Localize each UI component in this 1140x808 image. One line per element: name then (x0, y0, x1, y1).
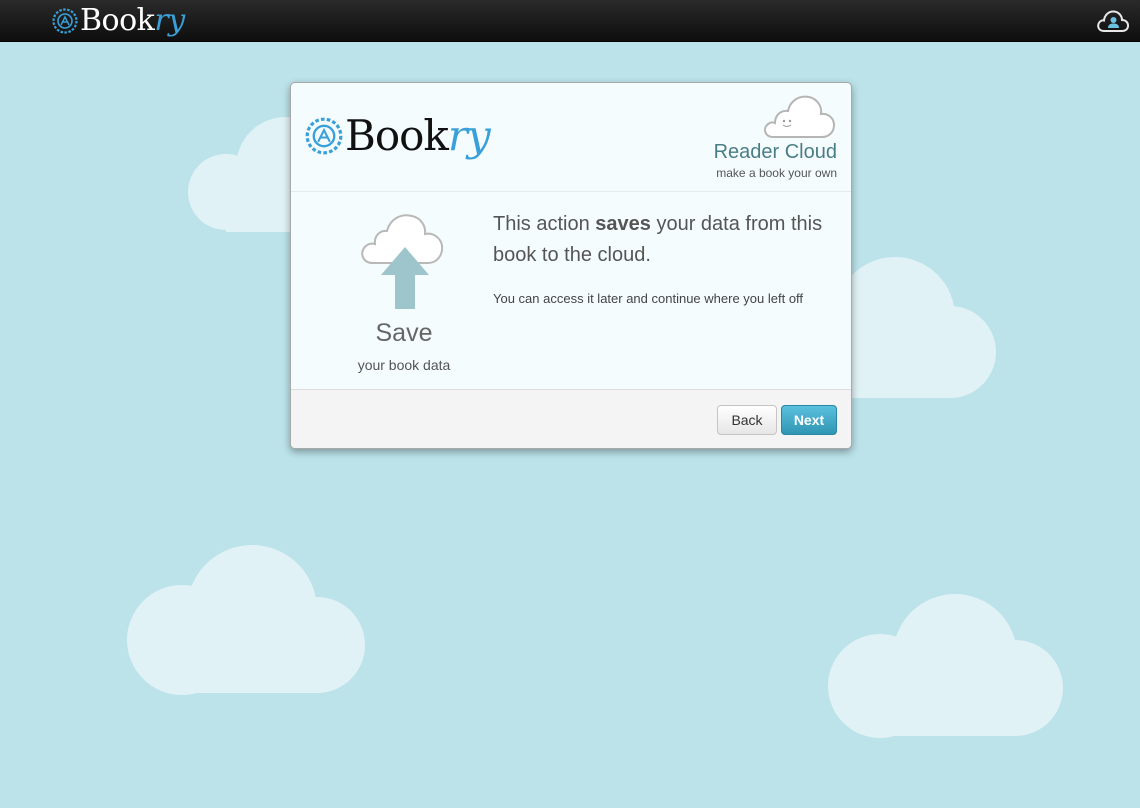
reader-cloud-title: Reader Cloud (713, 141, 837, 163)
action-detail: You can access it later and continue whe… (493, 291, 804, 306)
save-action-subtitle: your book data (357, 357, 451, 373)
brand-accent-text: ry (154, 3, 185, 38)
save-dialog: Bookry Reader Cloud make a book your own… (290, 82, 852, 449)
reader-cloud-subtitle: make a book your own (716, 166, 837, 180)
action-description-bold: saves (595, 213, 651, 235)
cloud-upload-icon (361, 214, 444, 309)
save-action-title: Save (375, 319, 433, 347)
dialog-header: Bookry Reader Cloud make a book your own (291, 83, 851, 192)
cloud-user-icon[interactable] (1096, 7, 1130, 35)
top-navigation-bar: Bookry (0, 0, 1140, 42)
background-cloud (122, 540, 372, 720)
smiling-cloud-icon (764, 95, 836, 138)
dialog-logo: Bookry (305, 111, 491, 160)
background-cloud (820, 586, 1070, 746)
dialog-logo-accent-text: ry (447, 111, 491, 160)
action-description: This action saves your data from this bo… (493, 209, 823, 271)
bookry-emblem-icon (305, 117, 343, 154)
reader-cloud-badge: Reader Cloud make a book your own (677, 91, 837, 191)
brand-main-text: Book (80, 3, 155, 38)
back-button[interactable]: Back (717, 405, 777, 435)
dialog-logo-main-text: Book (345, 111, 449, 160)
bookry-emblem-icon (52, 8, 78, 34)
brand-logo[interactable]: Bookry (52, 3, 185, 39)
dialog-body: Save your book data This action saves yo… (291, 193, 851, 389)
next-button[interactable]: Next (781, 405, 837, 435)
action-description-prefix: This action (493, 213, 596, 235)
dialog-footer: Back Next (291, 389, 851, 448)
